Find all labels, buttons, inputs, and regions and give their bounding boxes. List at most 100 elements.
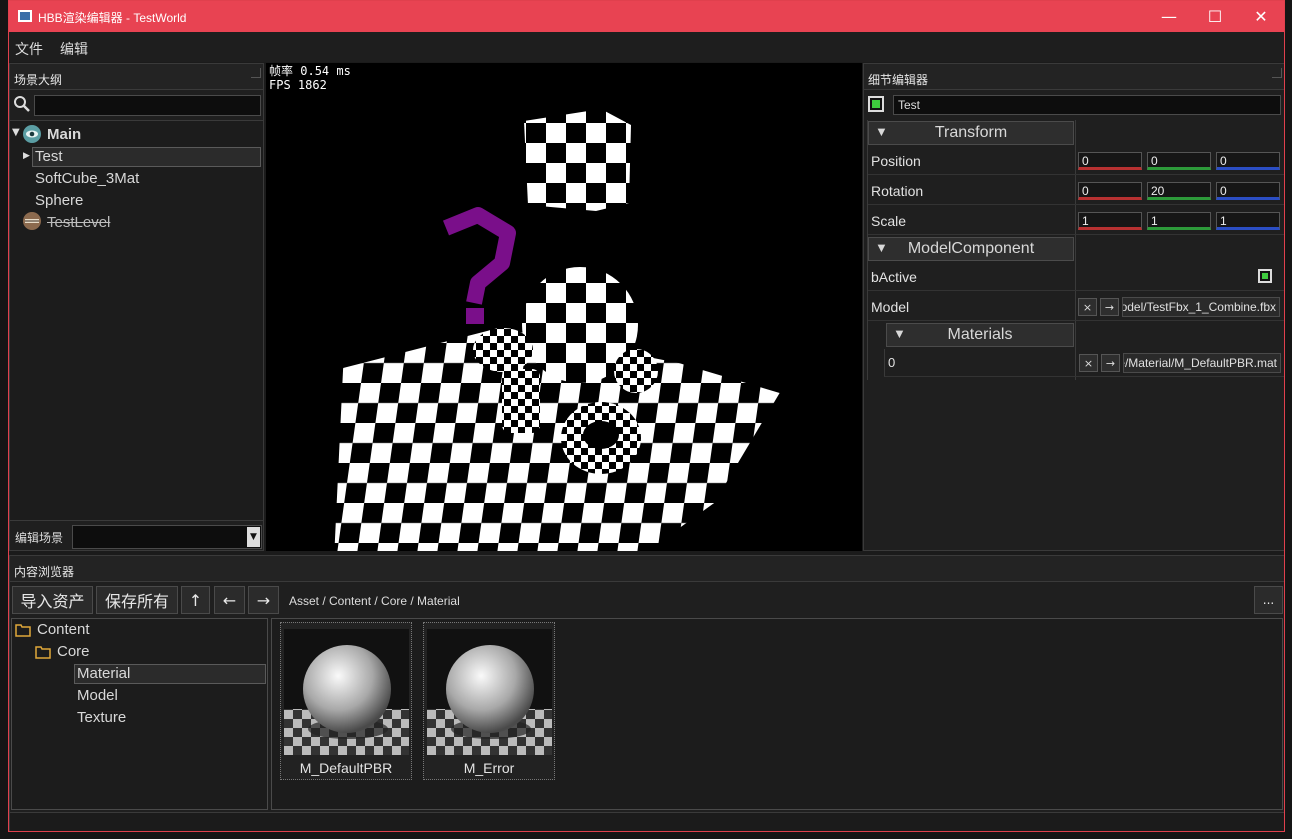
scale-z-input[interactable]: 1 [1216, 212, 1280, 230]
expand-test-icon[interactable]: ▶ [23, 151, 30, 161]
position-x-input[interactable]: 0 [1078, 152, 1142, 170]
fps-label: FPS [269, 78, 291, 92]
asset-grid: M_DefaultPBR M_Error [271, 618, 1283, 810]
model-clear-button[interactable]: × [1078, 298, 1097, 316]
frame-time-label: 帧率 [269, 64, 294, 78]
world-icon [21, 124, 43, 144]
editor-window: HBB渲染编辑器 - TestWorld — ☐ ✕ 文件 编辑 场景大纲 ▼ … [8, 0, 1285, 832]
menu-bar: 文件 编辑 [9, 32, 1284, 62]
properties-grid: ▼ Transform Position 0 0 0 Rotation 0 20 … [867, 120, 1284, 380]
content-browser-panel: 内容浏览器 导入资产 保存所有 ↑ ← → Asset / Content / … [9, 555, 1284, 831]
panel-grip[interactable] [251, 68, 261, 78]
more-options-button[interactable]: ... [1254, 586, 1283, 614]
outline-item-test[interactable]: Test [35, 148, 63, 165]
outline-search-input[interactable] [34, 95, 261, 116]
material-preview-image [284, 629, 409, 755]
asset-name: M_DefaultPBR [299, 760, 393, 776]
bactive-label: bActive [871, 269, 917, 285]
rotation-row: Rotation 0 20 0 [868, 177, 1284, 205]
level-icon [21, 211, 43, 231]
scale-y-input[interactable]: 1 [1147, 212, 1211, 230]
scale-row: Scale 1 1 1 [868, 207, 1284, 235]
scene-outline-panel: 场景大纲 ▼ Main ▶ Test SoftCube_3Mat Sphere … [9, 63, 264, 551]
position-row: Position 0 0 0 [868, 147, 1284, 175]
tree-item-core[interactable]: Core [57, 643, 90, 660]
import-asset-button[interactable]: 导入资产 [12, 586, 93, 614]
back-arrow-icon[interactable]: ← [214, 586, 245, 614]
modelcomponent-section-header[interactable]: ▼ ModelComponent [868, 237, 1074, 261]
rotation-z-input[interactable]: 0 [1216, 182, 1280, 200]
scale-label: Scale [871, 213, 907, 229]
model-label: Model [871, 299, 910, 315]
outline-item-softcube[interactable]: SoftCube_3Mat [35, 170, 139, 187]
position-z-input[interactable]: 0 [1216, 152, 1280, 170]
frame-time-unit: ms [336, 64, 351, 78]
expand-main-icon[interactable]: ▼ [12, 127, 20, 138]
outline-item-main[interactable]: Main [47, 126, 81, 143]
scale-x-input[interactable]: 1 [1078, 212, 1142, 230]
model-browse-button[interactable]: → [1100, 298, 1119, 316]
asset-tile[interactable]: M_Error [423, 622, 555, 780]
details-title-text: 细节编辑器 [868, 73, 929, 87]
content-browser-title: 内容浏览器 [10, 556, 1284, 582]
menu-file[interactable]: 文件 [15, 39, 43, 59]
position-label: Position [871, 153, 921, 169]
panel-grip[interactable] [1272, 68, 1282, 78]
folder-tree: Content Core Material Model Texture [11, 618, 268, 810]
bactive-checkbox[interactable] [1258, 269, 1272, 283]
materials-section-header[interactable]: ▼ Materials [886, 323, 1074, 347]
outline-item-test-row[interactable] [32, 147, 261, 167]
edit-scene-select[interactable] [72, 525, 262, 549]
tree-item-model[interactable]: Model [77, 687, 118, 704]
menu-edit[interactable]: 编辑 [60, 39, 88, 59]
material-browse-button[interactable]: → [1101, 354, 1120, 372]
status-bar [10, 812, 1284, 831]
modelcomponent-header-text: ModelComponent [907, 240, 1035, 257]
material-clear-button[interactable]: × [1079, 354, 1098, 372]
folder-icon [15, 622, 31, 637]
model-path-field[interactable]: Asset/Content/Core/Model/TestFbx_1_Combi… [1122, 297, 1280, 317]
scene-render [334, 109, 780, 551]
search-icon [13, 95, 31, 113]
scene-outline-title-text: 场景大纲 [14, 73, 63, 87]
object-enabled-checkbox[interactable] [868, 96, 884, 112]
asset-name: M_Error [463, 760, 515, 776]
material-path-field[interactable]: Asset/Content/Core/Material/M_DefaultPBR… [1123, 353, 1281, 373]
close-button[interactable]: ✕ [1238, 1, 1284, 32]
chevron-down-icon[interactable]: ▼ [247, 527, 260, 547]
rotation-x-input[interactable]: 0 [1078, 182, 1142, 200]
object-name-input[interactable]: Test [893, 95, 1281, 115]
viewport[interactable]: 帧率 0.54 ms FPS 1862 [266, 63, 862, 551]
outline-tree: ▼ Main ▶ Test SoftCube_3Mat Sphere TestL… [10, 120, 263, 520]
frame-stats: 帧率 0.54 ms FPS 1862 [269, 64, 351, 92]
up-arrow-icon[interactable]: ↑ [181, 586, 210, 614]
forward-arrow-icon[interactable]: → [248, 586, 279, 614]
maximize-button[interactable]: ☐ [1192, 1, 1238, 32]
title-bar[interactable]: HBB渲染编辑器 - TestWorld — ☐ ✕ [9, 1, 1284, 32]
outline-item-sphere[interactable]: Sphere [35, 192, 83, 209]
material-index-label: 0 [888, 355, 896, 370]
edit-scene-label: 编辑场景 [15, 531, 64, 545]
save-all-button[interactable]: 保存所有 [96, 586, 178, 614]
material-row: 0 × → Asset/Content/Core/Material/M_Defa… [884, 349, 1284, 377]
rotation-y-input[interactable]: 20 [1147, 182, 1211, 200]
breadcrumb[interactable]: Asset / Content / Core / Material [289, 594, 460, 608]
folder-icon [35, 644, 51, 659]
model-row: Model × → Asset/Content/Core/Model/TestF… [868, 293, 1284, 321]
transform-section-header[interactable]: ▼ Transform [868, 121, 1074, 145]
asset-tile[interactable]: M_DefaultPBR [280, 622, 412, 780]
position-y-input[interactable]: 0 [1147, 152, 1211, 170]
minimize-button[interactable]: — [1146, 1, 1192, 32]
fps-value: 1862 [297, 78, 327, 92]
materials-header-text: Materials [947, 326, 1013, 343]
tree-item-texture[interactable]: Texture [77, 709, 126, 726]
tree-item-material[interactable]: Material [77, 665, 130, 682]
frame-time-value: 0.54 [300, 64, 330, 78]
scene-outline-title: 场景大纲 [10, 64, 263, 90]
rotation-label: Rotation [871, 183, 924, 199]
material-preview-image [427, 629, 552, 755]
outline-item-testlevel[interactable]: TestLevel [47, 214, 110, 231]
tree-item-content[interactable]: Content [37, 621, 90, 638]
window-title: HBB渲染编辑器 - TestWorld [38, 11, 187, 25]
app-icon [18, 10, 32, 22]
